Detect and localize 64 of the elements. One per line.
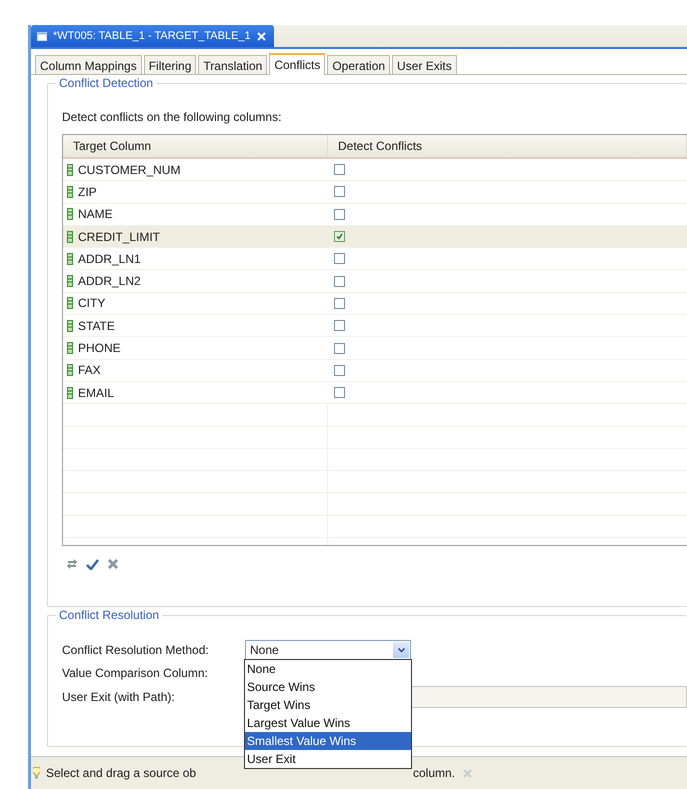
tab[interactable]: Conflicts (269, 53, 326, 75)
column-icon (67, 208, 73, 220)
tab[interactable]: Filtering (144, 55, 196, 74)
status-text: column. (413, 766, 456, 780)
dropdown-option[interactable]: Smallest Value Wins (245, 732, 411, 750)
input-field[interactable] (411, 686, 687, 708)
checkbox[interactable] (334, 253, 345, 264)
checkbox[interactable] (334, 208, 345, 220)
column-header[interactable]: Detect Conflicts (328, 135, 687, 157)
dropdown[interactable]: None (245, 640, 411, 660)
column-icon (67, 320, 73, 332)
checkbox[interactable] (334, 387, 345, 398)
field-label: User Exit (with Path): (62, 690, 176, 704)
table-cell: FAX (78, 363, 101, 378)
table-icon (37, 32, 47, 40)
column-icon (67, 230, 73, 243)
column-icon (67, 164, 73, 176)
group-title: Conflict Resolution (56, 608, 162, 622)
checkbox[interactable] (334, 298, 345, 309)
instruction-text: Detect conflicts on the following columns: (62, 110, 282, 124)
column-icon (67, 186, 73, 198)
tab[interactable]: Column Mappings (35, 55, 142, 74)
checkbox[interactable] (334, 342, 345, 354)
column-header[interactable]: Target Column (63, 135, 328, 157)
tab[interactable]: Translation (198, 55, 268, 74)
column-icon (67, 297, 73, 310)
dropdown-option[interactable]: User Exit (245, 750, 411, 768)
dropdown-option[interactable]: Largest Value Wins (245, 714, 411, 732)
status-text: Select and drag a source ob (46, 766, 196, 780)
editor-tab[interactable]: *WT005: TABLE_1 - TARGET_TABLE_1 (31, 25, 274, 47)
table-cell: ZIP (78, 184, 97, 199)
column-icon (67, 386, 73, 399)
chevron-down-icon (398, 648, 404, 652)
field-label: Value Comparison Column: (62, 666, 209, 680)
refresh-icon[interactable] (66, 558, 78, 570)
cross-icon[interactable] (107, 558, 119, 570)
dropdown-option[interactable]: None (245, 660, 411, 678)
table-cell: CUSTOMER_NUM (78, 162, 180, 177)
checkbox[interactable] (334, 364, 345, 376)
checkbox[interactable] (334, 186, 345, 198)
table-cell: CITY (78, 296, 106, 310)
check-icon[interactable] (86, 558, 99, 570)
column-icon (67, 364, 73, 376)
table-cell: CREDIT_LIMIT (78, 230, 160, 244)
table-cell: NAME (78, 207, 113, 222)
checkbox[interactable] (334, 320, 345, 332)
checkbox[interactable] (334, 231, 345, 242)
table-cell: ADDR_LN2 (78, 274, 141, 288)
table-cell: EMAIL (78, 386, 114, 400)
dropdown-option[interactable]: Source Wins (245, 678, 411, 696)
lightbulb-icon (33, 767, 40, 779)
column-icon (67, 252, 73, 265)
column-icon (67, 275, 73, 288)
table-cell: PHONE (78, 341, 121, 356)
table-cell: STATE (78, 318, 115, 333)
checkbox[interactable] (334, 276, 345, 287)
column-icon (67, 342, 73, 354)
checkbox[interactable] (334, 164, 345, 176)
field-label: Conflict Resolution Method: (62, 643, 210, 657)
tab[interactable]: User Exits (392, 55, 457, 74)
group-title: Conflict Detection (56, 76, 156, 90)
table-cell: ADDR_LN1 (78, 252, 141, 266)
tab[interactable]: Operation (327, 55, 390, 74)
dropdown-option[interactable]: Target Wins (245, 696, 411, 714)
